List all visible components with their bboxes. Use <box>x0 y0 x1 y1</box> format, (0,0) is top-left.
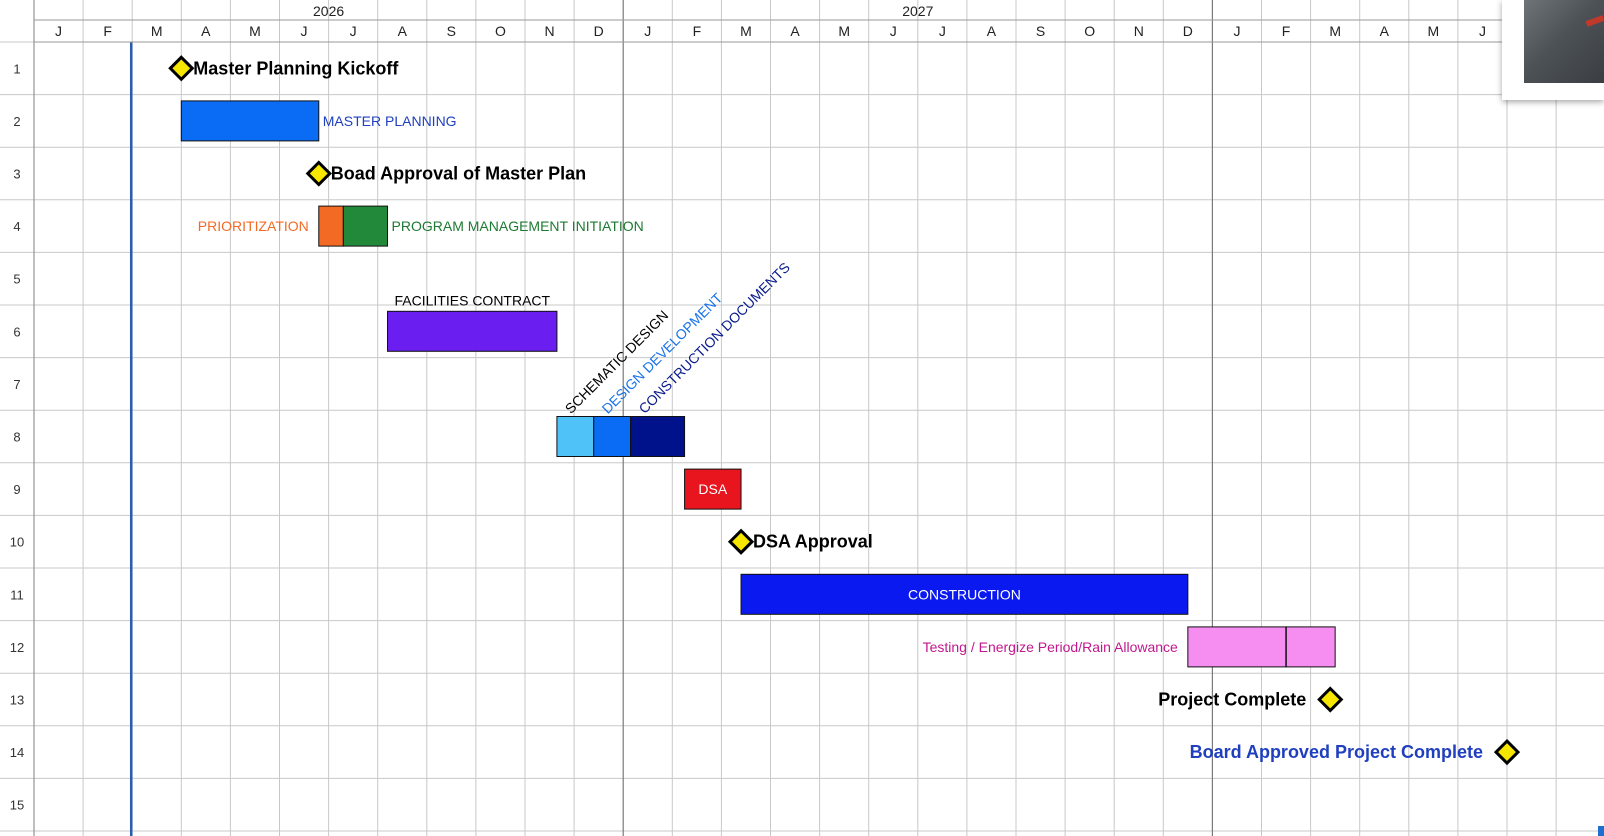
month-label: M <box>151 23 163 39</box>
month-label: J <box>890 23 897 39</box>
row-number: 6 <box>13 324 20 339</box>
site-photo-image <box>1524 0 1604 83</box>
month-label: J <box>350 23 357 39</box>
year-label: 2026 <box>313 3 344 19</box>
bar-facilities-contract <box>387 310 558 352</box>
row-number: 2 <box>13 114 20 129</box>
milestone-board-approved-project-complete-diamond <box>1493 738 1521 766</box>
bar-testing-energize <box>1187 626 1287 668</box>
month-label: J <box>939 23 946 39</box>
month-label: S <box>447 23 456 39</box>
month-label: N <box>544 23 554 39</box>
row-number: 8 <box>13 430 20 445</box>
bar-prioritization-label: PRIORITIZATION <box>198 218 309 234</box>
milestone-board-approval-master-plan-label: Boad Approval of Master Plan <box>331 164 586 184</box>
gantt-chart: 20262027JFMAMJJASONDJFMAMJJASONDJFMAMJJ … <box>0 0 1604 836</box>
site-photo-thumbnail <box>1502 0 1604 100</box>
row-number: 3 <box>13 167 20 182</box>
row-number: 13 <box>10 693 24 708</box>
month-label: J <box>1479 23 1486 39</box>
month-label: F <box>693 23 702 39</box>
milestone-board-approval-master-plan-diamond <box>305 160 332 187</box>
month-label: A <box>987 23 997 39</box>
month-label: J <box>301 23 308 39</box>
bar-facilities-contract-label: FACILITIES CONTRACT <box>395 292 551 308</box>
bar-design-development <box>593 416 632 457</box>
milestone-dsa-approval-diamond <box>727 528 755 555</box>
bar-program-management-initiation-label: PROGRAM MANAGEMENT INITIATION <box>392 218 644 234</box>
bar-construction-label: CONSTRUCTION <box>908 586 1021 602</box>
month-label: F <box>1282 23 1291 39</box>
bar-prioritization <box>318 205 344 247</box>
month-label: M <box>838 23 850 39</box>
month-label: A <box>790 23 800 39</box>
month-label: A <box>1380 23 1390 39</box>
row-number: 14 <box>10 745 24 760</box>
row-number: 7 <box>13 377 20 392</box>
row-number: 15 <box>10 798 24 813</box>
month-label: S <box>1036 23 1045 39</box>
bar-construction-documents <box>630 416 686 457</box>
row-number: 1 <box>13 61 20 76</box>
bar-master-planning-label: MASTER PLANNING <box>323 113 457 129</box>
row-number: 9 <box>13 482 20 497</box>
month-label: M <box>249 23 261 39</box>
bar-schematic-design <box>556 416 595 457</box>
month-label: O <box>495 23 506 39</box>
row-number: 5 <box>13 272 20 287</box>
month-label: N <box>1134 23 1144 39</box>
row-number: 10 <box>10 535 24 550</box>
row-number: 12 <box>10 640 24 655</box>
timeline-header: 20262027JFMAMJJASONDJFMAMJJASONDJFMAMJJ <box>34 3 1604 43</box>
year-label: 2027 <box>902 3 933 19</box>
month-label: F <box>103 23 112 39</box>
bar-rain-allowance <box>1285 626 1336 668</box>
bar-testing-energize-label: Testing / Energize Period/Rain Allowance <box>923 639 1178 655</box>
corner-accent <box>1598 826 1604 836</box>
bar-dsa-label: DSA <box>698 481 727 497</box>
month-label: M <box>740 23 752 39</box>
month-label: A <box>398 23 408 39</box>
milestone-dsa-approval-label: DSA Approval <box>753 532 873 552</box>
milestone-master-planning-kickoff-diamond <box>168 55 195 82</box>
month-label: J <box>644 23 651 39</box>
bar-program-management-initiation <box>342 205 389 247</box>
month-label: J <box>1233 23 1240 39</box>
milestone-project-complete-diamond <box>1317 686 1344 713</box>
month-label: M <box>1428 23 1440 39</box>
milestone-master-planning-kickoff-label: Master Planning Kickoff <box>193 58 399 78</box>
bar-master-planning <box>180 100 320 142</box>
month-label: D <box>1183 23 1193 39</box>
row-number: 11 <box>10 587 24 602</box>
month-label: D <box>594 23 604 39</box>
milestone-board-approved-project-complete-label: Board Approved Project Complete <box>1190 742 1483 762</box>
task-bars <box>180 100 1336 668</box>
month-label: J <box>55 23 62 39</box>
bar-construction-documents-label: CONSTRUCTION DOCUMENTS <box>635 259 793 417</box>
row-numbers: 123456789101112131415 <box>10 61 24 812</box>
month-label: M <box>1329 23 1341 39</box>
row-number: 4 <box>13 219 20 234</box>
milestone-project-complete-label: Project Complete <box>1158 690 1306 710</box>
month-label: O <box>1084 23 1095 39</box>
month-label: A <box>201 23 211 39</box>
